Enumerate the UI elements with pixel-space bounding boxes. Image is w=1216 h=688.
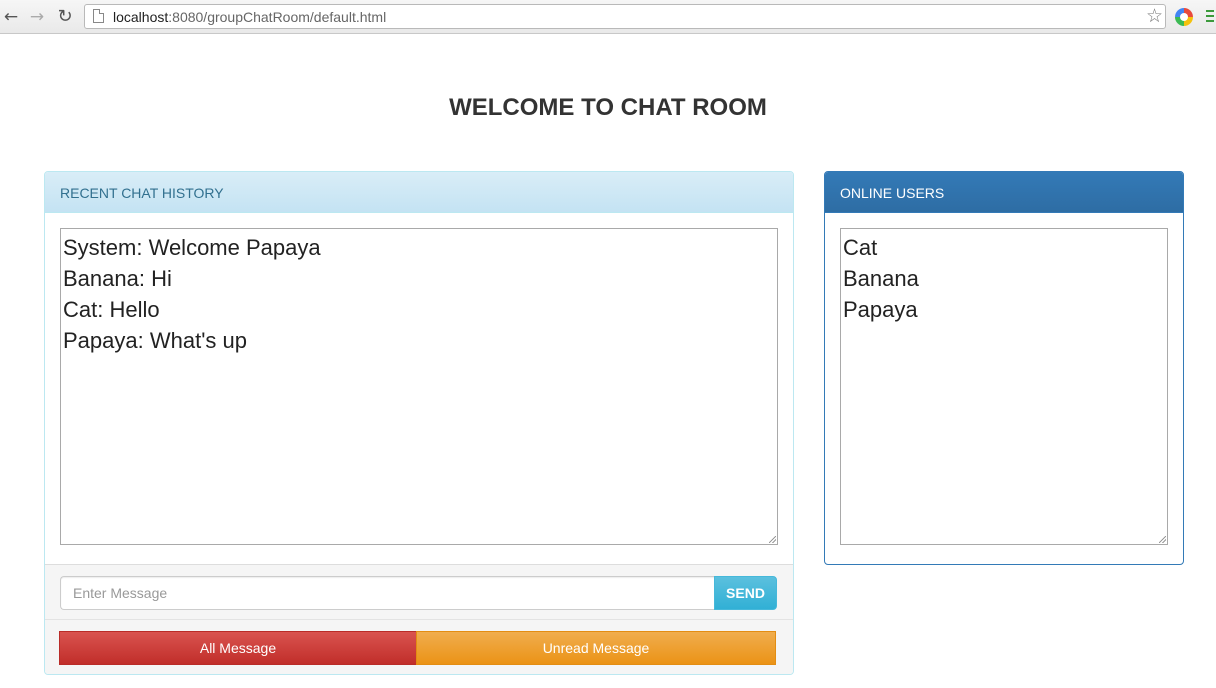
reload-icon[interactable]: ↻: [56, 7, 74, 27]
chat-history-heading: RECENT CHAT HISTORY: [45, 172, 793, 213]
resize-handle-icon[interactable]: [1159, 536, 1166, 543]
address-bar[interactable]: localhost:8080/groupChatRoom/default.htm…: [84, 4, 1166, 29]
user-list-item: Banana: [843, 266, 919, 291]
online-users-panel: ONLINE USERS Cat Banana Papaya: [824, 171, 1184, 565]
footer-divider: [45, 619, 793, 620]
url-host: localhost: [113, 9, 169, 25]
extension-icon[interactable]: [1175, 8, 1193, 26]
url-path: :8080/groupChatRoom/default.html: [168, 9, 387, 25]
online-users-heading: ONLINE USERS: [825, 172, 1183, 213]
url-text[interactable]: localhost:8080/groupChatRoom/default.htm…: [113, 9, 386, 25]
unread-message-button[interactable]: Unread Message: [416, 631, 776, 665]
back-arrow-icon[interactable]: ←: [2, 7, 20, 27]
chat-message: Cat: Hello: [63, 297, 160, 322]
chat-message: System: Welcome Papaya: [63, 235, 321, 260]
online-users-textarea[interactable]: Cat Banana Papaya: [840, 228, 1168, 545]
chat-panel-footer: SEND All Message Unread Message: [45, 564, 793, 674]
user-list-item: Papaya: [843, 297, 918, 322]
chat-history-panel: RECENT CHAT HISTORY System: Welcome Papa…: [44, 171, 794, 675]
message-input[interactable]: [60, 576, 715, 610]
menu-icon[interactable]: [1206, 10, 1216, 24]
page-icon: [93, 9, 104, 23]
user-list-item: Cat: [843, 235, 878, 260]
bookmark-star-icon[interactable]: ☆: [1146, 6, 1163, 27]
page-title: WELCOME TO CHAT ROOM: [449, 94, 767, 121]
all-message-button[interactable]: All Message: [59, 631, 417, 665]
browser-toolbar: ← → ↻ localhost:8080/groupChatRoom/defau…: [0, 0, 1216, 34]
chat-history-textarea[interactable]: System: Welcome Papaya Banana: Hi Cat: H…: [60, 228, 778, 545]
resize-handle-icon[interactable]: [769, 536, 776, 543]
send-button[interactable]: SEND: [714, 576, 777, 610]
chat-message: Papaya: What's up: [63, 328, 247, 353]
forward-arrow-icon[interactable]: →: [28, 7, 46, 27]
chat-message: Banana: Hi: [63, 266, 172, 291]
